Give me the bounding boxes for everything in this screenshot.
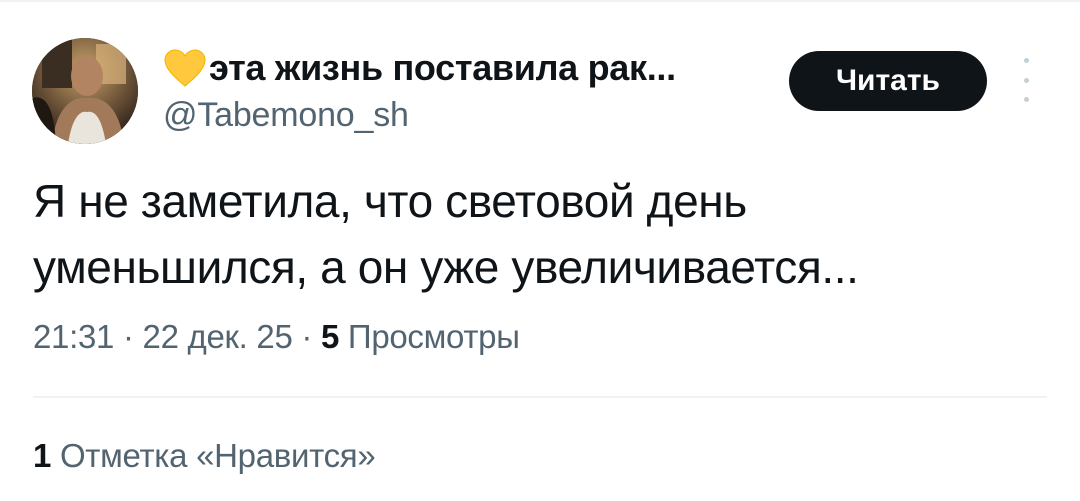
more-vertical-icon[interactable] <box>1012 58 1040 102</box>
avatar-photo <box>32 38 138 144</box>
likes-summary[interactable]: 1 Отметка «Нравится» <box>33 437 376 475</box>
views-count[interactable]: 5 <box>321 318 339 355</box>
tweet-text-line: Я не заметила, что световой день <box>33 175 747 227</box>
read-button[interactable]: Читать <box>789 51 987 111</box>
likes-label[interactable]: Отметка «Нравится» <box>60 437 376 474</box>
tweet-header: эта жизнь поставила рак... @Tabemono_sh <box>163 44 773 135</box>
meta-separator: · <box>122 318 134 355</box>
tweet-view: эта жизнь поставила рак... @Tabemono_sh … <box>0 0 1080 501</box>
avatar[interactable] <box>32 38 138 144</box>
yellow-heart-icon <box>163 48 207 88</box>
top-divider <box>0 0 1080 2</box>
tweet-text-line: уменьшился, а он уже увеличивается... <box>33 241 859 293</box>
likes-count[interactable]: 1 <box>33 437 51 474</box>
meta-separator: · <box>301 318 313 355</box>
tweet-meta: 21:31 · 22 дек. 25 · 5 Просмотры <box>33 318 520 356</box>
views-label[interactable]: Просмотры <box>348 318 520 355</box>
author-handle[interactable]: @Tabemono_sh <box>163 96 773 135</box>
author-display-name[interactable]: эта жизнь поставила рак... <box>209 47 676 89</box>
tweet-date[interactable]: 22 дек. 25 <box>143 318 293 355</box>
divider <box>33 396 1047 398</box>
tweet-text: Я не заметила, что световой день уменьши… <box>33 168 1043 300</box>
tweet-time[interactable]: 21:31 <box>33 318 114 355</box>
author-name-row[interactable]: эта жизнь поставила рак... <box>163 44 773 92</box>
